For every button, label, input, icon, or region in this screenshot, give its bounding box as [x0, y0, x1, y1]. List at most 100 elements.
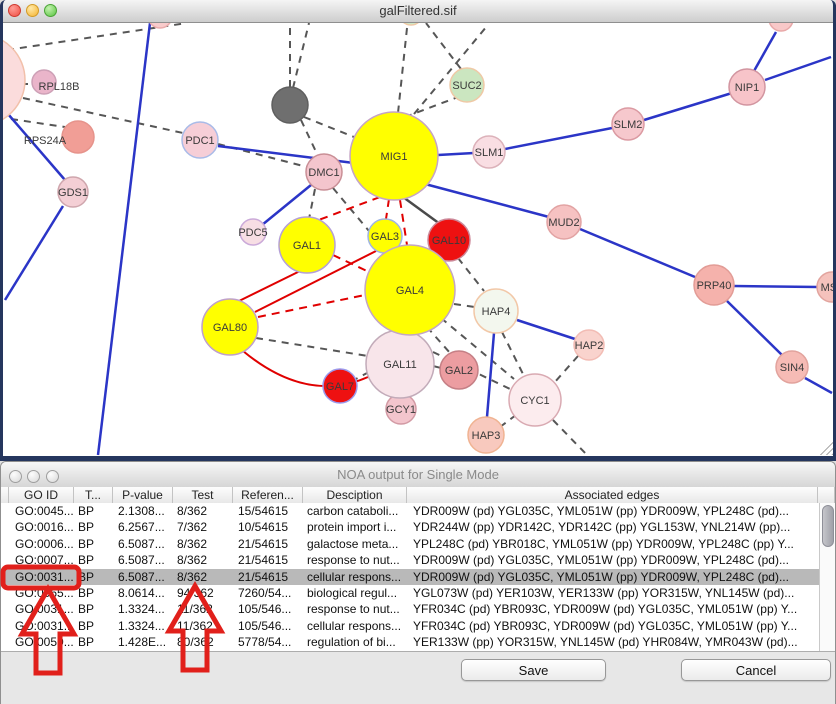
edge[interactable]: [454, 304, 475, 307]
cell-test[interactable]: 11/362: [173, 618, 233, 634]
edge[interactable]: [426, 23, 461, 69]
cell-type[interactable]: BP: [74, 634, 113, 650]
cell-test[interactable]: 8/362: [173, 569, 233, 585]
cell-associated-edges[interactable]: YFR034C (pd) YBR093C, YDR009W (pd) YGL03…: [407, 601, 818, 617]
edge[interactable]: [23, 98, 183, 133]
node-RPS24A[interactable]: [62, 121, 94, 153]
cell-associated-edges[interactable]: YDR244W (pp) YDR142C, YDR142C (pp) YGL15…: [407, 519, 818, 535]
cell-reference[interactable]: 10/54615: [233, 519, 303, 535]
edge[interactable]: [316, 197, 380, 221]
cell-test[interactable]: 11/362: [173, 601, 233, 617]
cell-description[interactable]: cellular respons...: [303, 618, 407, 634]
cell-reference[interactable]: 21/54615: [233, 536, 303, 552]
table-row[interactable]: GO:0050...BP1.428E...80/3625778/54...reg…: [1, 634, 819, 650]
table-row[interactable]: GO:0007...BP6.5087...8/36221/54615respon…: [1, 552, 819, 568]
cell-description[interactable]: carbon cataboli...: [303, 503, 407, 519]
cell-reference[interactable]: 21/54615: [233, 552, 303, 568]
edge[interactable]: [805, 378, 832, 393]
column-header-type[interactable]: T...: [74, 487, 113, 503]
cell-description[interactable]: protein import i...: [303, 519, 407, 535]
edge[interactable]: [765, 57, 831, 80]
cell-type[interactable]: BP: [74, 601, 113, 617]
cell-description[interactable]: biological regul...: [303, 585, 407, 601]
edge[interactable]: [304, 117, 359, 139]
edge[interactable]: [256, 338, 368, 356]
network-graph[interactable]: RPL18BRPS24AGDS1PDC1DMC1MIG1SUC2SLM1SLM2…: [0, 22, 836, 456]
table-row[interactable]: GO:0031...BP1.3324...11/362105/546...cel…: [1, 618, 819, 634]
cell-type[interactable]: BP: [74, 503, 113, 519]
cell-type[interactable]: BP: [74, 552, 113, 568]
edge[interactable]: [403, 197, 440, 224]
table-row[interactable]: GO:0045...BP2.1308...8/36215/54615carbon…: [1, 503, 819, 519]
table-row[interactable]: GO:0016...BP6.2567...7/36210/54615protei…: [1, 519, 819, 535]
cell-go-id[interactable]: GO:0065...: [9, 585, 74, 601]
node-partial-topright-node[interactable]: [769, 22, 793, 31]
edge[interactable]: [8, 114, 65, 180]
cell-description[interactable]: response to nut...: [303, 552, 407, 568]
save-button[interactable]: Save: [461, 659, 606, 681]
edge[interactable]: [644, 93, 732, 120]
cell-test[interactable]: 7/362: [173, 519, 233, 535]
cell-go-id[interactable]: GO:0031...: [9, 569, 74, 585]
node-gray-node[interactable]: [272, 87, 308, 123]
cell-p-value[interactable]: 6.5087...: [113, 536, 173, 552]
edge[interactable]: [237, 271, 300, 302]
cell-p-value[interactable]: 6.2567...: [113, 519, 173, 535]
cell-p-value[interactable]: 6.5087...: [113, 552, 173, 568]
cell-description[interactable]: cellular respons...: [303, 569, 407, 585]
cell-description[interactable]: galactose meta...: [303, 536, 407, 552]
cell-test[interactable]: 8/362: [173, 552, 233, 568]
edge[interactable]: [458, 258, 484, 291]
cell-type[interactable]: BP: [74, 536, 113, 552]
cell-go-id[interactable]: GO:0006...: [9, 536, 74, 552]
edge[interactable]: [98, 23, 150, 455]
cell-p-value[interactable]: 6.5087...: [113, 569, 173, 585]
network-canvas[interactable]: RPL18BRPS24AGDS1PDC1DMC1MIG1SUC2SLM1SLM2…: [0, 22, 836, 456]
cell-p-value[interactable]: 1.3324...: [113, 618, 173, 634]
cell-associated-edges[interactable]: YER133W (pp) YOR315W, YNL145W (pd) YHR08…: [407, 634, 818, 650]
column-header-desc[interactable]: Desciption: [303, 487, 407, 503]
cell-associated-edges[interactable]: YDR009W (pd) YGL035C, YML051W (pp) YDR00…: [407, 552, 818, 568]
edge[interactable]: [309, 189, 315, 219]
table-scrollbar[interactable]: [819, 503, 836, 651]
cell-test[interactable]: 8/362: [173, 503, 233, 519]
edge[interactable]: [754, 32, 776, 71]
cell-p-value[interactable]: 1.3324...: [113, 601, 173, 617]
scrollbar-thumb[interactable]: [822, 505, 834, 547]
cell-associated-edges[interactable]: YDR009W (pd) YGL035C, YML051W (pp) YDR00…: [407, 569, 818, 585]
edge[interactable]: [502, 332, 524, 376]
table-row[interactable]: GO:0031...BP1.3324...11/362105/546...res…: [1, 601, 819, 617]
edge[interactable]: [517, 320, 575, 339]
cell-reference[interactable]: 15/54615: [233, 503, 303, 519]
cell-p-value[interactable]: 1.428E...: [113, 634, 173, 650]
edge[interactable]: [727, 301, 783, 356]
edge[interactable]: [487, 333, 494, 417]
cancel-button[interactable]: Cancel: [681, 659, 831, 681]
cell-go-id[interactable]: GO:0007...: [9, 552, 74, 568]
cell-associated-edges[interactable]: YDR009W (pd) YGL035C, YML051W (pp) YDR00…: [407, 503, 818, 519]
cell-p-value[interactable]: 8.0614...: [113, 585, 173, 601]
edge[interactable]: [554, 356, 578, 383]
cell-type[interactable]: BP: [74, 569, 113, 585]
cell-test[interactable]: 80/362: [173, 634, 233, 650]
column-header-test[interactable]: Test: [173, 487, 233, 503]
edge[interactable]: [293, 23, 309, 88]
edge[interactable]: [405, 97, 458, 117]
cell-associated-edges[interactable]: YPL248C (pd) YBR018C, YML051W (pp) YDR00…: [407, 536, 818, 552]
cell-go-id[interactable]: GO:0045...: [9, 503, 74, 519]
edge[interactable]: [425, 184, 549, 217]
cell-p-value[interactable]: 2.1308...: [113, 503, 173, 519]
edge[interactable]: [553, 420, 588, 456]
edge[interactable]: [580, 229, 695, 277]
cell-go-id[interactable]: GO:0031...: [9, 601, 74, 617]
cell-associated-edges[interactable]: YFR034C (pd) YBR093C, YDR009W (pd) YGL03…: [407, 618, 818, 634]
cell-description[interactable]: response to nut...: [303, 601, 407, 617]
column-header-ref[interactable]: Referen...: [233, 487, 303, 503]
cell-go-id[interactable]: GO:0050...: [9, 634, 74, 650]
edge[interactable]: [258, 295, 365, 317]
cell-go-id[interactable]: GO:0016...: [9, 519, 74, 535]
cell-type[interactable]: BP: [74, 519, 113, 535]
cell-reference[interactable]: 105/546...: [233, 601, 303, 617]
cell-reference[interactable]: 7260/54...: [233, 585, 303, 601]
cell-description[interactable]: regulation of bi...: [303, 634, 407, 650]
